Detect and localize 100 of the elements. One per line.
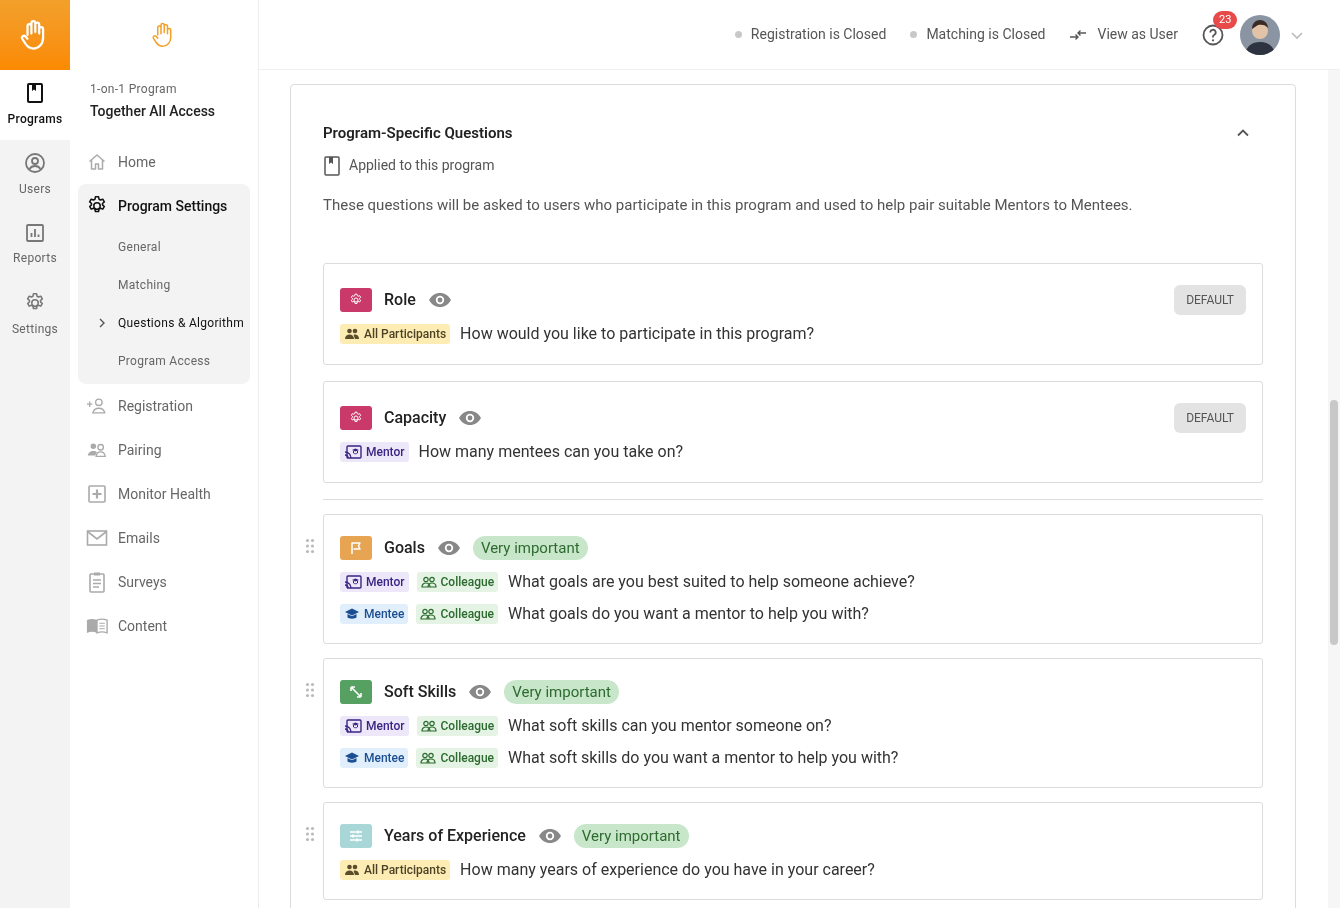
question-text: What goals do you want a mentor to help you with? — [508, 602, 869, 625]
question-text: How many mentees can you take on? — [418, 440, 684, 463]
help-button[interactable] — [1202, 23, 1224, 46]
question-text: How many years of experience do you have in your career? — [460, 858, 875, 881]
app-logo[interactable] — [0, 0, 70, 70]
mortarboard-icon — [344, 606, 360, 621]
people-icon — [420, 607, 437, 620]
scrollbar-thumb[interactable] — [1330, 400, 1338, 645]
nav-item[interactable]: Program Settings — [78, 184, 250, 228]
visibility-button[interactable] — [427, 291, 452, 308]
people-icon — [420, 719, 437, 732]
book-icon — [25, 82, 45, 104]
nav-item[interactable]: Content — [78, 604, 250, 648]
chart-icon — [25, 223, 45, 243]
people-icon — [420, 575, 437, 588]
visibility-button[interactable] — [436, 539, 461, 556]
drag-handle-icon[interactable] — [305, 537, 315, 554]
swap-arrows-icon — [1069, 28, 1088, 41]
question-title: Goals — [384, 536, 425, 559]
status-label: Matching is Closed — [926, 25, 1046, 44]
people-icon — [344, 863, 360, 876]
gear-icon — [349, 410, 363, 425]
mortarboard-icon — [344, 750, 360, 765]
help-icon — [1202, 23, 1224, 46]
role-tag: All Participants — [340, 859, 451, 880]
question-title: Role — [384, 288, 416, 311]
nav-subitem[interactable]: General — [78, 228, 250, 266]
drag-handle-icon[interactable] — [305, 825, 315, 842]
notification-badge: 23 — [1213, 10, 1238, 29]
question-text: How would you like to participate in this program? — [460, 322, 815, 345]
book-icon — [323, 155, 341, 176]
importance-badge: Very important — [573, 823, 689, 848]
section-description: These questions will be asked to users who participate in this program and used to help pair suitable Mentors to Mentees. — [323, 195, 1134, 216]
view-as-user-button[interactable]: View as User — [1069, 24, 1178, 45]
nav-subitem[interactable]: Questions & Algorithm — [78, 304, 250, 342]
eye-icon — [436, 539, 461, 556]
flag-icon — [349, 540, 363, 555]
role-tag: Mentee — [340, 747, 409, 768]
role-tag: Mentor — [340, 441, 409, 462]
home-icon — [87, 152, 107, 172]
question-text: What goals are you best suited to help someone achieve? — [508, 570, 915, 593]
visibility-button[interactable] — [537, 827, 562, 844]
diagonal-arrows-icon — [349, 684, 363, 699]
chevron-down-icon — [1290, 29, 1304, 40]
role-tag: Mentor — [340, 571, 409, 592]
mortarboard-screen-icon — [344, 444, 362, 459]
open-book-icon — [86, 616, 108, 636]
mortarboard-screen-icon — [344, 574, 362, 589]
eye-icon — [468, 683, 493, 700]
question-title: Soft Skills — [384, 680, 457, 703]
nav-item[interactable]: Registration — [78, 384, 250, 428]
role-tag: Mentee — [340, 603, 409, 624]
sliders-icon — [348, 828, 364, 843]
section-title: Program-Specific Questions — [323, 122, 513, 144]
default-badge: DEFAULT — [1174, 284, 1246, 315]
user-icon — [24, 152, 46, 174]
visibility-button[interactable] — [458, 409, 483, 426]
role-tag: All Participants — [340, 323, 451, 344]
rail-tab[interactable]: Users — [0, 140, 70, 210]
chevron-up-icon — [1236, 128, 1250, 138]
clipboard-icon — [87, 571, 107, 593]
program-name: Together All Access — [90, 102, 217, 121]
importance-badge: Very important — [504, 679, 619, 704]
drag-handle-icon[interactable] — [305, 681, 315, 698]
role-tag: Colleague — [416, 747, 498, 768]
add-user-icon — [86, 396, 108, 416]
question-text: What soft skills do you want a mentor to help you with? — [508, 746, 899, 769]
mail-icon — [86, 529, 108, 547]
question-title: Years of Experience — [384, 824, 526, 847]
people-icon — [344, 327, 360, 340]
status-label: Registration is Closed — [750, 25, 887, 44]
visibility-button[interactable] — [468, 683, 493, 700]
role-tag: Colleague — [416, 603, 498, 624]
program-type: 1-on-1 Program — [90, 81, 178, 98]
avatar-icon[interactable] — [1240, 14, 1280, 55]
scope-label: Applied to this program — [349, 156, 495, 175]
mortarboard-screen-icon — [344, 718, 362, 733]
nav-item[interactable]: Monitor Health — [78, 472, 250, 516]
nav-item[interactable]: Emails — [78, 516, 250, 560]
role-tag: Colleague — [416, 715, 499, 736]
nav-subitem[interactable]: Matching — [78, 266, 250, 304]
eye-icon — [427, 291, 452, 308]
rail-tab[interactable]: Settings — [0, 280, 70, 350]
nav-subitem[interactable]: Program Access — [78, 342, 250, 380]
importance-badge: Very important — [472, 535, 588, 560]
gear-icon — [349, 292, 363, 307]
nav-item[interactable]: Surveys — [78, 560, 250, 604]
question-title: Capacity — [384, 406, 447, 429]
rail-tab[interactable]: Reports — [0, 210, 70, 280]
question-text: What soft skills can you mentor someone on? — [508, 714, 832, 737]
role-tag: Colleague — [416, 571, 499, 592]
nav-item[interactable]: Pairing — [78, 428, 250, 472]
eye-icon — [458, 409, 483, 426]
eye-icon — [537, 827, 562, 844]
rail-tab[interactable]: Programs — [0, 70, 70, 140]
nav-item[interactable]: Home — [78, 140, 250, 184]
default-badge: DEFAULT — [1174, 402, 1246, 433]
people-icon — [420, 751, 437, 764]
plus-box-icon — [87, 484, 107, 504]
role-tag: Mentor — [340, 715, 409, 736]
